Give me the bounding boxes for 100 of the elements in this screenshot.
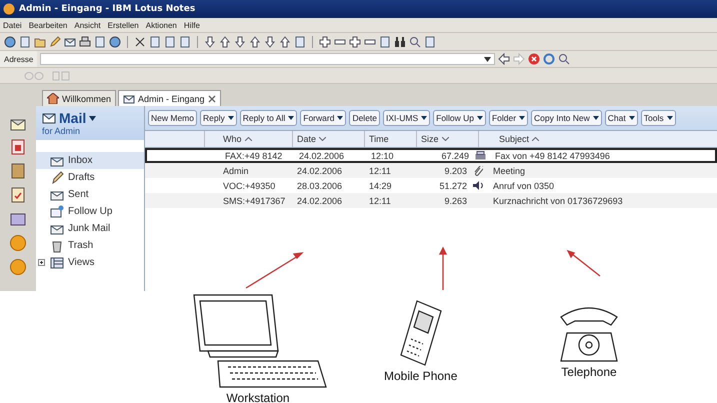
table-cell-text: VOC:+49350 <box>222 180 276 190</box>
plus-icon[interactable] <box>349 36 361 48</box>
address-field[interactable] <box>40 53 496 65</box>
printer-icon[interactable] <box>79 36 91 48</box>
up-arrow-icon[interactable] <box>249 36 261 48</box>
table-cell-text: FAX:+49 8142 <box>224 150 284 160</box>
nav-item[interactable]: Follow Up <box>36 203 144 220</box>
menu-item[interactable]: Ansicht <box>74 20 101 30</box>
menu-item[interactable]: Bearbeiten <box>28 20 68 30</box>
caret-icon <box>228 116 234 120</box>
table-row[interactable]: FAX:+49 8142 24.02.2006 12:10 67.249 Fax von +49 8142 47993496 <box>145 148 717 163</box>
action-button[interactable]: Forward <box>300 110 346 126</box>
document-icon[interactable] <box>19 36 31 48</box>
nav-title[interactable]: Mail <box>59 110 86 126</box>
column-header[interactable]: Time <box>365 131 417 147</box>
down-arrow-icon[interactable] <box>234 36 246 48</box>
device-caption: Telephone <box>561 365 617 379</box>
speaker-icon <box>473 181 483 190</box>
nav-item[interactable]: Views <box>36 254 144 271</box>
caret-icon <box>519 116 526 120</box>
table-cell-text: Meeting <box>492 166 526 176</box>
document-icon[interactable] <box>424 36 436 48</box>
table-cell-text: 12:11 <box>368 166 392 176</box>
binoculars-icon[interactable] <box>394 36 406 48</box>
action-button[interactable]: Reply to All <box>240 110 298 126</box>
search-icon[interactable] <box>409 36 421 48</box>
action-button[interactable]: Copy Into New <box>531 110 602 126</box>
menu-item[interactable]: Datei <box>3 20 22 30</box>
nav-subtitle: for Admin <box>42 126 82 136</box>
expand-icon[interactable] <box>38 259 45 266</box>
back-arrow-icon[interactable] <box>498 53 510 65</box>
caret-icon[interactable] <box>89 116 96 120</box>
table-cell-text: Fax von +49 8142 47993496 <box>494 150 611 160</box>
nav-item[interactable]: Inbox <box>36 152 144 169</box>
up-arrow-icon[interactable] <box>219 36 231 48</box>
nav-item[interactable]: Junk Mail <box>36 220 144 237</box>
plus-icon[interactable] <box>319 36 331 48</box>
table-row[interactable]: SMS:+4917367 24.02.2006 12:11 9.263 Kurznachricht von 01736729693 <box>145 193 717 208</box>
caret-icon <box>476 116 483 120</box>
table-cell-text: 9.203 <box>443 166 467 176</box>
nav-item[interactable]: Sent <box>36 186 144 203</box>
down-arrow-icon[interactable] <box>204 36 216 48</box>
table-cell-text: Kurznachricht von 01736729693 <box>492 196 624 206</box>
device-caption: Mobile Phone <box>384 369 458 383</box>
caret-icon[interactable] <box>484 56 492 62</box>
table-cell-text: 67.249 <box>440 150 469 160</box>
document-icon[interactable] <box>94 36 106 48</box>
table-cell-text: Anruf von 0350 <box>492 180 556 190</box>
table-row[interactable]: VOC:+49350 28.03.2006 14:29 51.272 Anruf von 0350 <box>145 178 717 193</box>
arrow <box>566 250 600 277</box>
action-button[interactable]: IXI-UMS <box>383 110 430 126</box>
document-icon[interactable] <box>179 36 191 48</box>
document-icon[interactable] <box>379 36 391 48</box>
nav-item[interactable]: Trash <box>36 237 144 254</box>
table-cell-text: Admin <box>222 166 250 176</box>
menu-item[interactable]: Hilfe <box>184 20 200 30</box>
document-icon[interactable] <box>164 36 176 48</box>
document-icon[interactable] <box>149 36 161 48</box>
column-header[interactable]: Date <box>293 131 365 147</box>
trash-icon <box>50 238 64 252</box>
table-cell-text: 51.272 <box>438 180 467 190</box>
mobile-phone-drawing <box>398 299 443 367</box>
pencil-icon[interactable] <box>49 36 61 48</box>
arrow <box>438 246 448 290</box>
nav-item[interactable]: Drafts <box>36 169 144 186</box>
close-icon[interactable] <box>208 94 216 102</box>
action-button[interactable]: New Memo <box>148 110 197 126</box>
calendar-icon[interactable] <box>9 138 27 156</box>
action-button[interactable]: Delete <box>349 110 380 126</box>
down-arrow-icon[interactable] <box>264 36 276 48</box>
clipboard-icon[interactable] <box>9 186 27 204</box>
action-button[interactable]: Folder <box>488 110 528 126</box>
stop-icon[interactable] <box>528 53 540 65</box>
search-icon[interactable] <box>558 53 570 65</box>
folder-icon[interactable] <box>34 36 46 48</box>
list-icon <box>50 256 64 270</box>
table-cell-text: 12:11 <box>368 196 392 206</box>
menu-item[interactable]: Aktionen <box>146 20 177 30</box>
envelope-icon <box>42 112 56 124</box>
document-icon[interactable] <box>294 36 306 48</box>
up-arrow-icon[interactable] <box>279 36 291 48</box>
menu-item[interactable]: Erstellen <box>108 20 139 30</box>
column-header[interactable]: Who <box>205 131 293 147</box>
house-icon <box>47 93 59 104</box>
action-button[interactable]: Reply <box>200 110 237 126</box>
column-header[interactable]: Size <box>417 131 479 147</box>
action-button[interactable]: Tools <box>640 110 676 126</box>
envelope-icon[interactable] <box>64 36 76 48</box>
caret-icon <box>288 116 294 120</box>
table-row[interactable]: Admin 24.02.2006 12:11 9.203 Meeting <box>145 163 717 178</box>
circle-icon[interactable] <box>109 36 121 48</box>
tab[interactable]: Willkommen <box>42 90 116 106</box>
caret-icon <box>666 116 673 120</box>
tab[interactable]: Admin - Eingang <box>118 90 221 106</box>
action-button[interactable]: Follow Up <box>433 110 486 126</box>
action-button[interactable]: Chat <box>604 110 638 126</box>
column-header[interactable]: Subject <box>479 131 717 147</box>
circle-icon[interactable] <box>4 36 16 48</box>
caret-icon <box>592 116 599 120</box>
caret-icon <box>337 116 344 120</box>
